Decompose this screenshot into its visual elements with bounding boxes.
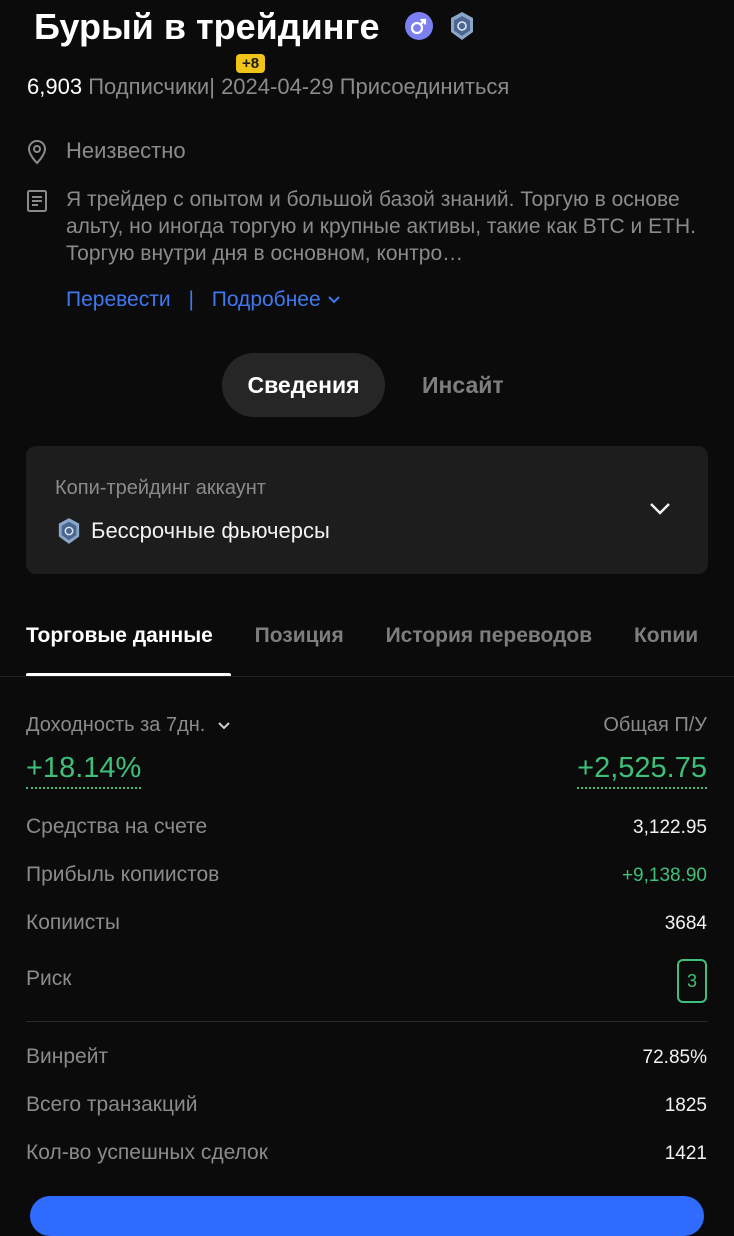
location-text: Неизвестно	[66, 138, 186, 163]
tab-trading-data[interactable]: Торговые данные	[26, 624, 213, 648]
chevron-down-icon	[327, 296, 340, 304]
tab-positions[interactable]: Позиция	[255, 624, 344, 648]
join-date: 2024-04-29	[221, 74, 334, 99]
shield-badge-icon	[449, 11, 475, 41]
account-selector-value: Бессрочные фьючерсы	[91, 518, 330, 543]
tab-transfer-history[interactable]: История переводов	[386, 624, 593, 648]
location-pin-icon	[26, 139, 48, 165]
account-selector[interactable]	[26, 446, 708, 574]
followers-delta-badge: +8	[236, 54, 266, 73]
shield-badge-icon	[57, 517, 81, 545]
stat-value-winning-trades: 1421	[664, 1143, 707, 1164]
stat-label-copier-profit: Прибыль копиистов	[26, 863, 220, 886]
stat-label-risk: Риск	[26, 967, 72, 990]
sub-tabs: Торговые данные Позиция История переводо…	[26, 624, 734, 648]
join-label: Присоединиться	[339, 74, 510, 99]
stat-value-winrate: 72.85%	[642, 1047, 707, 1068]
tab-insight[interactable]: Инсайт	[422, 372, 504, 399]
yield-value[interactable]: +18.14%	[26, 752, 142, 789]
followers-stats: 6,903 Подписчики| 2024-04-29 Присоединит…	[27, 74, 509, 100]
stat-value-total-trades: 1825	[664, 1095, 707, 1116]
followers-label[interactable]: Подписчики	[88, 74, 209, 99]
chevron-down-icon[interactable]	[648, 500, 672, 518]
more-link-label: Подробнее	[211, 288, 321, 311]
divider	[26, 1021, 708, 1022]
stat-label-copiers: Копиисты	[26, 911, 120, 934]
tab-overview[interactable]: Сведения	[222, 372, 385, 399]
bottom-action-button[interactable]	[30, 1196, 704, 1236]
total-pnl-label: Общая П/У	[603, 714, 707, 736]
trader-name: Бурый в трейдинге	[34, 6, 380, 47]
total-pnl-value[interactable]: +2,525.75	[577, 752, 707, 789]
bio-links: Перевести | Подробнее	[66, 288, 341, 312]
followers-count: 6,903	[27, 74, 83, 99]
yield-period-selector[interactable]: Доходность за 7дн.	[26, 714, 231, 737]
male-icon	[405, 12, 433, 40]
translate-link[interactable]: Перевести	[66, 288, 171, 311]
bio-text: Я трейдер с опытом и большой базой знани…	[66, 188, 696, 265]
stat-label-winning-trades: Кол-во успешных сделок	[26, 1141, 268, 1164]
divider	[0, 676, 734, 677]
stat-label-total-trades: Всего транзакций	[26, 1093, 198, 1116]
risk-badge[interactable]: 3	[677, 959, 707, 1003]
stat-value-copiers: 3684	[664, 913, 707, 934]
account-selector-label: Копи-трейдинг аккаунт	[55, 477, 266, 499]
stat-label-winrate: Винрейт	[26, 1045, 109, 1068]
chevron-down-icon	[218, 722, 230, 730]
tab-copies[interactable]: Копии	[634, 624, 698, 648]
links-separator: |	[188, 288, 194, 311]
stats-divider: |	[209, 74, 215, 99]
more-link[interactable]: Подробнее	[212, 288, 341, 311]
document-icon	[26, 189, 48, 213]
stat-value-copier-profit: +9,138.90	[621, 865, 707, 886]
stat-label-balance: Средства на счете	[26, 815, 208, 838]
yield-label: Доходность за 7дн.	[26, 714, 206, 736]
stat-value-balance: 3,122.95	[633, 817, 707, 838]
